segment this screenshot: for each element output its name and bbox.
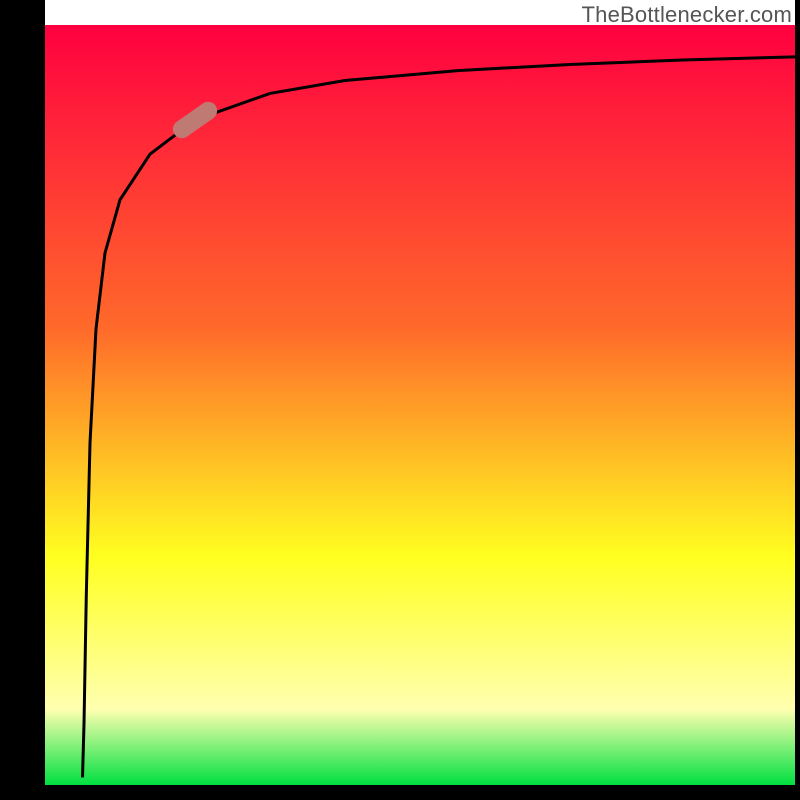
- chart-container: TheBottlenecker.com: [0, 0, 800, 800]
- axis-left: [0, 0, 45, 800]
- axis-bottom: [0, 785, 800, 800]
- axis-right: [795, 0, 800, 800]
- bottleneck-chart: [0, 0, 800, 800]
- plot-area: [45, 25, 795, 785]
